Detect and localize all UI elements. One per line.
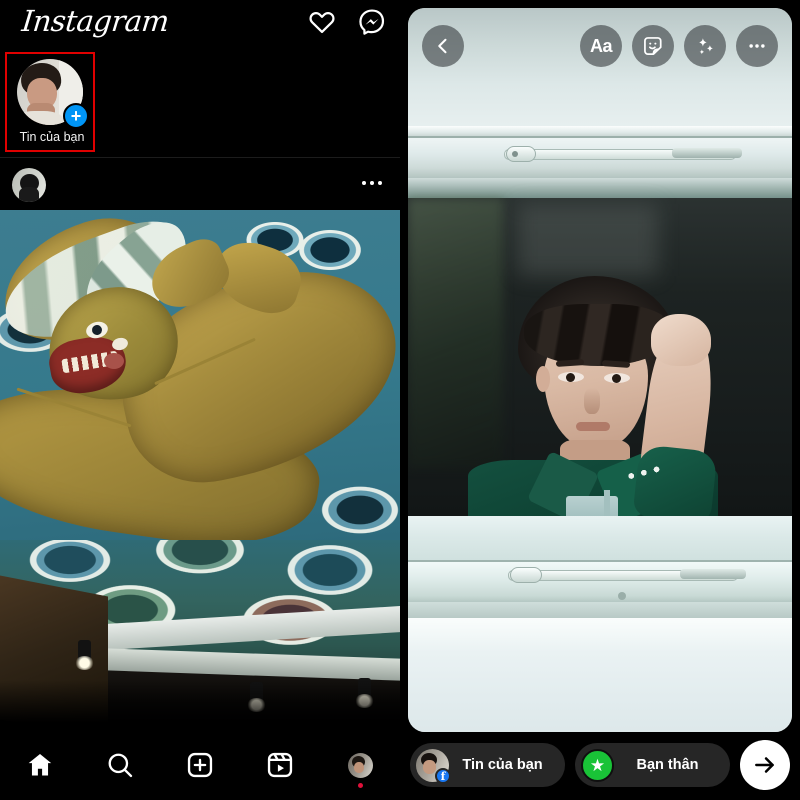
nav-profile[interactable] bbox=[320, 730, 400, 800]
messenger-icon[interactable] bbox=[358, 8, 386, 36]
close-friends-star-icon: ★ bbox=[581, 748, 614, 782]
share-your-story-button[interactable]: f Tin của bạn bbox=[410, 743, 565, 787]
bottom-navigation bbox=[0, 730, 400, 800]
story-label: Tin của bạn bbox=[19, 130, 85, 144]
nav-search[interactable] bbox=[80, 730, 160, 800]
post-more-icon[interactable] bbox=[362, 181, 382, 185]
story-avatar-wrap[interactable]: + bbox=[17, 59, 89, 129]
your-story-label: Tin của bạn bbox=[462, 757, 543, 773]
dragon-nose bbox=[104, 353, 124, 369]
story-toolbar: Aa bbox=[408, 8, 792, 84]
sparkles-tool-button[interactable] bbox=[684, 25, 726, 67]
add-story-plus-icon[interactable]: + bbox=[63, 103, 89, 129]
app-header: Instagram bbox=[0, 0, 400, 48]
text-tool-button[interactable]: Aa bbox=[580, 25, 622, 67]
heart-icon[interactable] bbox=[308, 8, 336, 36]
more-tool-button[interactable] bbox=[736, 25, 778, 67]
notification-dot bbox=[357, 783, 363, 788]
profile-avatar bbox=[347, 752, 373, 778]
screenshot-root: Instagram + Tin của bạn Aa f Tin của bạn… bbox=[0, 0, 800, 800]
nav-reels[interactable] bbox=[240, 730, 320, 800]
post-author-avatar[interactable] bbox=[12, 168, 46, 202]
send-arrow-button[interactable] bbox=[740, 740, 790, 790]
story-share-bar: f Tin của bạn ★ Bạn thân bbox=[400, 730, 800, 800]
story-tools: Aa bbox=[580, 25, 778, 67]
share-close-friends-button[interactable]: ★ Bạn thân bbox=[575, 743, 730, 787]
ceiling-lamp-1 bbox=[75, 640, 94, 670]
facebook-badge-icon: f bbox=[435, 767, 451, 784]
nav-create-post[interactable] bbox=[160, 730, 240, 800]
nav-home[interactable] bbox=[0, 730, 80, 800]
instagram-logo: Instagram bbox=[20, 4, 171, 38]
post-image[interactable] bbox=[0, 210, 400, 730]
sticker-tool-button[interactable] bbox=[632, 25, 674, 67]
your-story-avatar: f bbox=[416, 748, 451, 784]
header-actions bbox=[308, 8, 386, 36]
image-fade bbox=[0, 680, 400, 730]
story-composer-panel: Aa f Tin của bạn ★ Bạn thân bbox=[400, 0, 800, 800]
instagram-feed-panel: Instagram + Tin của bạn bbox=[0, 0, 400, 800]
close-friends-label: Bạn thân bbox=[636, 757, 699, 773]
story-your-story[interactable]: + Tin của bạn bbox=[5, 52, 95, 152]
post-header bbox=[0, 159, 400, 210]
stories-row: + Tin của bạn bbox=[0, 48, 400, 158]
story-preview-card[interactable] bbox=[408, 8, 792, 732]
back-button[interactable] bbox=[422, 25, 464, 67]
text-tool-label: Aa bbox=[589, 35, 613, 56]
